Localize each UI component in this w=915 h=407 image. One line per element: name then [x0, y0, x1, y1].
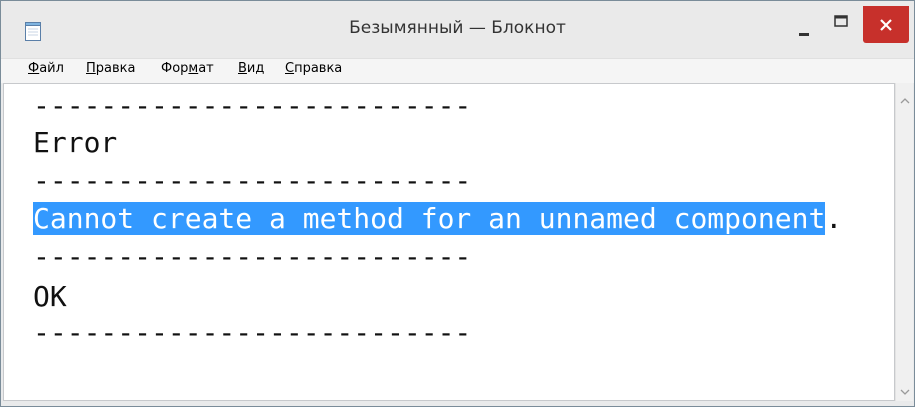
title-bar[interactable]: Безымянный — Блокнот — [1, 1, 914, 58]
vertical-scrollbar[interactable] — [895, 83, 913, 401]
menu-help[interactable]: Справка — [285, 61, 342, 76]
text-line-selected: Cannot create a method for an unnamed co… — [33, 202, 842, 236]
menu-format-accelerator: м — [188, 61, 199, 76]
chevron-down-icon[interactable] — [900, 383, 910, 401]
menu-format[interactable]: Формат — [161, 61, 214, 76]
chevron-up-icon[interactable] — [900, 91, 910, 109]
menu-format-label: ат — [198, 61, 214, 76]
notepad-window: Безымянный — Блокнот Файл Правка Формат … — [0, 0, 915, 407]
close-icon — [880, 19, 892, 31]
text-line: OK — [33, 280, 67, 313]
text-area[interactable]: -------------------------- Error -------… — [3, 83, 895, 401]
menu-help-accelerator: С — [285, 61, 295, 76]
menu-file[interactable]: Файл — [28, 61, 64, 76]
window-title: Безымянный — Блокнот — [349, 18, 566, 38]
minimize-icon — [799, 33, 809, 36]
menu-view-label: ид — [246, 61, 265, 76]
menu-format-label-start: Фор — [161, 61, 189, 76]
menu-file-accelerator: Ф — [28, 61, 40, 76]
text-line: -------------------------- — [33, 240, 472, 273]
text-line: -------------------------- — [33, 164, 472, 197]
text-after-selection: . — [825, 202, 843, 235]
maximize-icon — [834, 15, 848, 27]
menu-file-label: айл — [39, 61, 64, 76]
minimize-button[interactable] — [799, 23, 809, 36]
text-line: Error — [33, 126, 118, 159]
menu-bar: Файл Правка Формат Вид Справка — [1, 58, 914, 83]
menu-edit-label: равка — [95, 61, 136, 76]
close-button[interactable] — [863, 6, 909, 43]
text-line: -------------------------- — [33, 316, 472, 349]
menu-edit-accelerator: П — [86, 61, 96, 76]
maximize-button[interactable] — [834, 15, 854, 33]
menu-view-accelerator: В — [238, 61, 247, 76]
menu-help-label: правка — [294, 61, 343, 76]
menu-edit[interactable]: Правка — [86, 61, 135, 76]
menu-view[interactable]: Вид — [238, 61, 264, 76]
selected-text: Cannot create a method for an unnamed co… — [33, 202, 826, 235]
text-line: -------------------------- — [33, 89, 472, 122]
